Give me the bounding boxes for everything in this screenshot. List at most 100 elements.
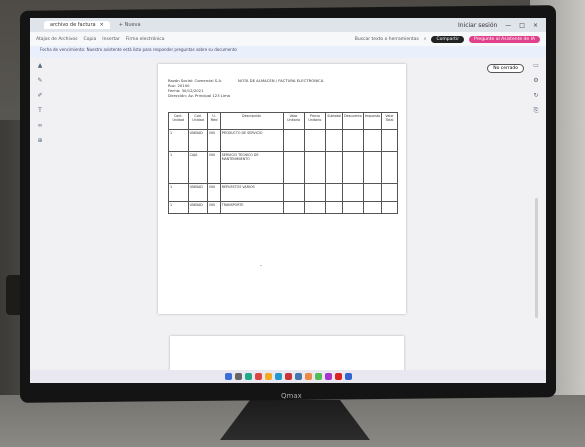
close-icon[interactable]: ×: [100, 22, 104, 28]
column-header: Valor Unitario: [282, 112, 305, 130]
column-header: U. Med: [207, 112, 221, 130]
user-label[interactable]: Iniciar sesión: [458, 22, 497, 29]
app-icon[interactable]: [324, 373, 332, 380]
table-row: 1 UNIDAD NIU PRODUCTO DE SERVICIO: [168, 129, 398, 152]
table-cell: REPUESTOS VARIOS: [219, 183, 284, 202]
left-tool-sidebar: ▲ ✎ ✐ T ∞ ⊕: [34, 62, 46, 362]
select-tool-icon[interactable]: ▲: [38, 62, 43, 69]
app-icon[interactable]: [284, 373, 292, 380]
bookmark-icon[interactable]: ⎘: [534, 107, 539, 115]
panel-icon[interactable]: ▭: [533, 62, 539, 69]
table-cell: 1: [168, 183, 189, 202]
folder-icon[interactable]: [264, 373, 272, 380]
column-header: Descuento: [342, 112, 364, 130]
table-cell: PRODUCTO DE SERVICIO: [219, 129, 284, 152]
document-page: Razón Social: Comercial S.A. Ruc: 20100 …: [158, 64, 406, 314]
start-icon[interactable]: [224, 373, 232, 380]
table-cell: [381, 201, 398, 214]
table-cell: [325, 129, 344, 152]
app-icon[interactable]: [294, 373, 302, 380]
bookmark-item[interactable]: Copia: [84, 37, 97, 42]
app-icon[interactable]: [274, 373, 282, 380]
table-row: 1 CAJA NIU SERVICIO TECNICO DE MANTENIMI…: [168, 151, 398, 184]
column-header: Valor Total: [381, 112, 398, 130]
maximize-button[interactable]: □: [519, 22, 525, 29]
refresh-icon[interactable]: ↻: [533, 92, 538, 99]
app-icon[interactable]: [314, 373, 322, 380]
minimize-button[interactable]: —: [505, 22, 511, 29]
table-cell: [342, 183, 364, 202]
app-icon[interactable]: [254, 373, 262, 380]
text-icon[interactable]: T: [38, 107, 42, 114]
new-tab-button[interactable]: + Nueva: [114, 21, 146, 29]
table-cell: [282, 129, 305, 152]
table-cell: UNIDAD: [187, 201, 209, 214]
table-cell: CAJA: [187, 151, 209, 184]
table-cell: [303, 183, 327, 202]
toolbar-actions: Buscar texto o herramientas ⌕ Compartir …: [355, 35, 546, 43]
pdf-app-icon[interactable]: [334, 373, 342, 380]
table-cell: NIU: [207, 201, 221, 214]
ai-assistant-button[interactable]: Pregunte al Asistente de IA: [469, 35, 540, 43]
table-cell: [362, 183, 383, 202]
window-controls: Iniciar sesión — □ ×: [458, 22, 546, 29]
monitor-brand-logo: Qmax: [281, 392, 302, 400]
search-icon[interactable]: [234, 373, 242, 380]
column-header: Impuesto: [362, 112, 383, 130]
browser-tab[interactable]: archivo de factura ×: [44, 21, 110, 29]
bookmark-item[interactable]: Atajos de Archivos: [36, 37, 78, 42]
app-icon[interactable]: [244, 373, 252, 380]
table-cell: UNIDAD: [187, 183, 209, 202]
table-cell: TRANSPORTE: [219, 201, 284, 214]
table-row: 1 UNIDAD NIU REPUESTOS VARIOS: [168, 183, 398, 202]
pen-icon[interactable]: ✐: [37, 92, 42, 99]
link-icon[interactable]: ∞: [38, 122, 43, 129]
table-cell: [381, 129, 398, 152]
stamp-icon[interactable]: ⊕: [37, 137, 42, 144]
bookmark-item[interactable]: Firma electrónica: [126, 37, 165, 42]
app-icon[interactable]: [344, 373, 352, 380]
table-cell: UNIDAD: [187, 129, 209, 152]
right-tool-sidebar: ▭ ⚙ ↻ ⎘: [530, 62, 542, 162]
table-cell: [381, 151, 398, 184]
table-row: 1 UNIDAD NIU TRANSPORTE: [168, 201, 398, 214]
column-header: Cod. Unidad: [187, 112, 209, 130]
table-cell: [303, 151, 327, 184]
toolbar: Atajos de Archivos Copia Insertar Firma …: [30, 32, 546, 46]
table-cell: 1: [168, 129, 189, 152]
mouse-cursor-icon: ·: [260, 263, 262, 270]
table-cell: 1: [168, 151, 189, 184]
table-cell: [362, 201, 383, 214]
invoice-table: Cant. Unidad Cod. Unidad U. Med Descripc…: [168, 112, 398, 214]
bookmark-item[interactable]: Insertar: [102, 37, 120, 42]
table-cell: [282, 151, 305, 184]
search-icon[interactable]: ⌕: [424, 36, 427, 42]
document-header: Razón Social: Comercial S.A. Ruc: 20100 …: [168, 78, 230, 98]
table-cell: [342, 151, 364, 184]
table-cell: NIU: [207, 183, 221, 202]
browser-tab-bar: archivo de factura × + Nueva Iniciar ses…: [30, 18, 546, 32]
scrollbar[interactable]: [535, 198, 538, 318]
table-cell: [381, 183, 398, 202]
table-cell: NIU: [207, 151, 221, 184]
table-cell: [303, 129, 327, 152]
close-panel-button[interactable]: No cerrado: [487, 64, 524, 73]
column-header: Cant. Unidad: [168, 112, 189, 130]
table-cell: [325, 151, 344, 184]
table-cell: [282, 201, 305, 214]
table-cell: [342, 129, 364, 152]
comment-icon[interactable]: ✎: [37, 77, 42, 84]
table-cell: [325, 183, 344, 202]
table-cell: [282, 183, 305, 202]
document-title: NOTA DE ALMACEN / FACTURA ELECTRONICA: [238, 78, 324, 83]
table-cell: NIU: [207, 129, 221, 152]
table-cell: 1: [168, 201, 189, 214]
column-header: Subtotal: [325, 112, 344, 130]
taskbar: [30, 370, 546, 383]
table-cell: [303, 201, 327, 214]
app-icon[interactable]: [304, 373, 312, 380]
gear-icon[interactable]: ⚙: [533, 77, 538, 84]
share-button[interactable]: Compartir: [431, 35, 465, 43]
search-tools-input[interactable]: Buscar texto o herramientas: [355, 37, 419, 42]
close-window-button[interactable]: ×: [533, 22, 538, 29]
